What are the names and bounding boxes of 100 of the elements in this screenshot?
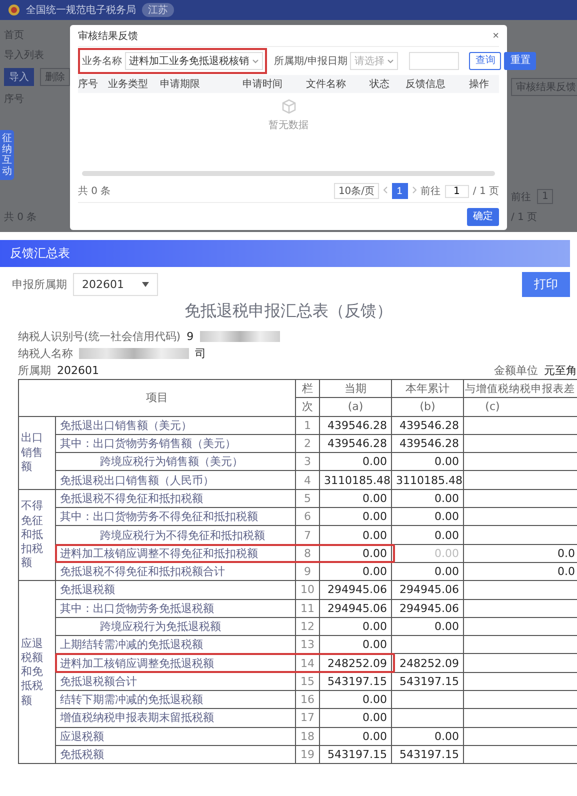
- column-header: 序号: [78, 78, 99, 91]
- column-header: 本年累计: [392, 380, 464, 398]
- item-cell: 免抵退税出口销售额（人民币）: [56, 470, 296, 490]
- column-header: 申请时间: [242, 78, 284, 91]
- table-cell: 0.00: [392, 489, 464, 508]
- side-tab[interactable]: 征纳互动: [0, 130, 14, 180]
- item-cell: 免抵退税不得免征和抵扣税额合计: [56, 562, 296, 581]
- table-cell: 0.00: [320, 489, 392, 508]
- print-button[interactable]: 打印: [522, 272, 570, 297]
- line-number: 1: [296, 416, 320, 434]
- table-cell: 0.00: [320, 562, 392, 581]
- period-select[interactable]: 202601: [73, 273, 158, 296]
- item-cell: 免抵退税额合计: [56, 672, 296, 691]
- table-cell: 294945.06: [392, 599, 464, 618]
- table-cell: 3110185.48: [320, 470, 392, 490]
- column-header: 申请期限: [160, 78, 201, 91]
- filter-button[interactable]: 查询: [469, 52, 502, 70]
- empty-message: 暂无数据: [268, 118, 308, 132]
- table-cell: 0.00: [320, 452, 392, 471]
- empty-box-icon: [280, 97, 298, 115]
- item-cell: 增值税纳税申报表期末留抵税额: [56, 708, 296, 728]
- column-header: 栏: [296, 380, 320, 398]
- group-label: 不得免征和抵扣税额: [18, 489, 56, 581]
- table-cell: 294945.06: [392, 580, 464, 600]
- page-input[interactable]: 1: [444, 184, 469, 198]
- filter-select[interactable]: 进料加工业务免抵退税核销: [125, 52, 263, 70]
- table-cell: 0.00: [320, 727, 392, 746]
- filter-label: 所属期/申报日期: [274, 54, 348, 68]
- group-label: 应退税额和免抵税额: [18, 580, 56, 764]
- site-title: 全国统一规范电子税务局: [26, 4, 136, 17]
- line-number: 10: [296, 580, 320, 600]
- report-title: 免抵退税申报汇总表（反馈）: [184, 300, 394, 322]
- filter-button[interactable]: 重置: [504, 52, 536, 70]
- item-cell: 跨境应税行为销售额（美元）: [56, 452, 296, 471]
- table-cell: 439546.28: [320, 416, 392, 434]
- caret-icon: [387, 58, 394, 64]
- table-cell: 0.00: [392, 452, 464, 471]
- page-count: / 1 页: [472, 185, 499, 198]
- table-cell: 0.00: [320, 690, 392, 709]
- item-cell: 免抵退出口销售额（美元）: [56, 416, 296, 434]
- import-button[interactable]: 导入: [4, 68, 34, 86]
- table-cell: 439546.28: [392, 434, 464, 453]
- dialog-title: 审核结果反馈: [78, 30, 138, 42]
- period-row-value: 202601: [57, 364, 99, 377]
- table-cell: 0.00: [392, 544, 464, 562]
- line-number: 12: [296, 617, 320, 636]
- scrollbar[interactable]: [82, 171, 495, 176]
- table-cell: 543197.15: [320, 745, 392, 764]
- line-number: 18: [296, 727, 320, 746]
- column-header: 当期: [320, 380, 392, 398]
- caret-icon: [142, 282, 149, 287]
- table-cell: 439546.28: [392, 416, 464, 434]
- table-cell: 0.00: [392, 617, 464, 636]
- filter-select[interactable]: 请选择: [350, 52, 398, 70]
- column-code: (a): [320, 398, 392, 416]
- period-row-label: 所属期: [18, 363, 51, 378]
- table-cell: 294945.06: [320, 580, 392, 600]
- column-header: 反馈信息: [406, 78, 446, 91]
- close-button[interactable]: ×: [492, 30, 499, 42]
- table-cell: 439546.28: [320, 434, 392, 453]
- region-badge[interactable]: 江苏: [142, 3, 174, 17]
- column-header: 次: [296, 398, 320, 416]
- table-cell: 543197.15: [320, 672, 392, 691]
- line-number: 4: [296, 470, 320, 490]
- line-number: 5: [296, 489, 320, 508]
- line-number: 9: [296, 562, 320, 581]
- line-number: 16: [296, 690, 320, 709]
- column-header: 与增值税纳税申报表差: [464, 380, 577, 398]
- line-number: 17: [296, 708, 320, 728]
- item-cell: 免抵退税不得免征和抵扣税额: [56, 489, 296, 508]
- item-cell: 其中：出口货物劳务不得免征和抵扣税额: [56, 508, 296, 526]
- taxpayer-id-label: 纳税人识别号(统一社会信用代码): [18, 329, 181, 344]
- confirm-button[interactable]: 确定: [467, 208, 499, 226]
- line-number: 6: [296, 508, 320, 526]
- unit-label: 金额单位: [494, 363, 538, 378]
- item-cell: 其中：出口货物劳务免抵退税额: [56, 599, 296, 618]
- table-cell: 0.00: [320, 617, 392, 636]
- caret-icon: [252, 58, 259, 64]
- item-cell: 跨境应税行为免抵退税额: [56, 617, 296, 636]
- line-number: 15: [296, 672, 320, 691]
- page-button[interactable]: 1: [392, 183, 408, 199]
- item-cell: 其中：出口货物劳务销售额（美元）: [56, 434, 296, 453]
- taxpayer-id-value: 9: [186, 330, 194, 343]
- page-size-select[interactable]: 10条/页: [334, 183, 379, 199]
- item-cell: 免抵税额: [56, 745, 296, 764]
- table-cell: 248252.09: [392, 654, 464, 672]
- item-cell: 应退税额: [56, 727, 296, 746]
- table-cell: 543197.15: [392, 672, 464, 691]
- column-header: 文件名称: [306, 78, 348, 91]
- input-field[interactable]: [409, 52, 460, 70]
- table-cell: 294945.06: [320, 599, 392, 618]
- item-cell: 免抵退税额: [56, 580, 296, 600]
- table-cell: 0.00: [392, 508, 464, 526]
- goto-label: 前往: [420, 184, 441, 198]
- table-cell: 0.00: [392, 727, 464, 746]
- item-cell: 结转下期需冲减的免抵退税额: [56, 690, 296, 709]
- record-count: 共 0 条: [78, 184, 111, 198]
- column-header: 业务类型: [108, 78, 149, 91]
- group-label: 出口销售额: [18, 416, 56, 490]
- table-cell: 0.00: [320, 708, 392, 728]
